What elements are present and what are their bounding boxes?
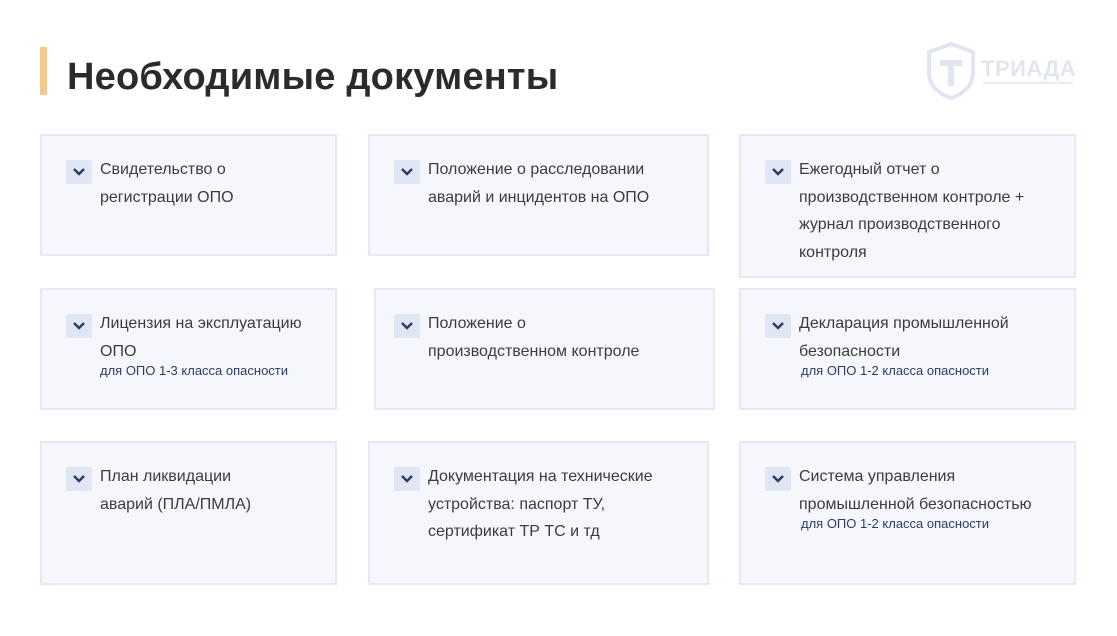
document-card[interactable]: Положение о расследовании аварий и инцид… bbox=[368, 134, 709, 256]
chevron-down-icon[interactable] bbox=[66, 160, 92, 184]
card-title: Положение о расследовании аварий и инцид… bbox=[428, 161, 650, 206]
document-card[interactable]: Лицензия на эксплуатацию ОПО для ОПО 1-3… bbox=[40, 288, 337, 410]
card-note: для ОПО 1-2 класса опасности bbox=[801, 363, 990, 378]
card-title: Лицензия на эксплуатацию ОПО bbox=[100, 315, 302, 360]
company-logo: ТРИАДА bbox=[926, 42, 1081, 100]
page-title: Необходимые документы bbox=[67, 56, 559, 98]
document-card[interactable]: План ликвидации аварий (ПЛА/ПМЛА) bbox=[40, 441, 337, 585]
card-title: Документация на технические устройства: … bbox=[428, 468, 653, 540]
document-card[interactable]: Свидетельство о регистрации ОПО bbox=[40, 134, 337, 256]
card-title: Система управления промышленной безопасн… bbox=[799, 468, 1032, 513]
chevron-down-icon[interactable] bbox=[394, 160, 420, 184]
card-note: для ОПО 1-2 класса опасности bbox=[801, 516, 990, 531]
card-title: Ежегодный отчет о производственном контр… bbox=[799, 161, 1025, 261]
document-card[interactable]: Документация на технические устройства: … bbox=[368, 441, 709, 585]
chevron-down-icon[interactable] bbox=[765, 467, 791, 491]
chevron-down-icon[interactable] bbox=[765, 314, 791, 338]
card-title: План ликвидации аварий (ПЛА/ПМЛА) bbox=[100, 468, 252, 513]
document-card[interactable]: Положение о производственном контроле bbox=[374, 288, 715, 410]
chevron-down-icon[interactable] bbox=[66, 467, 92, 491]
shield-logo-icon bbox=[927, 42, 975, 100]
card-title: Свидетельство о регистрации ОПО bbox=[100, 161, 234, 206]
chevron-down-icon[interactable] bbox=[66, 314, 92, 338]
chevron-down-icon[interactable] bbox=[394, 467, 420, 491]
logo-text: ТРИАДА bbox=[981, 56, 1077, 81]
card-title: Положение о производственном контроле bbox=[428, 315, 640, 360]
card-title: Декларация промышленной безопасности bbox=[799, 315, 1009, 360]
card-note: для ОПО 1-3 класса опасности bbox=[100, 363, 289, 378]
logo-subline bbox=[983, 82, 1073, 84]
title-accent-bar bbox=[40, 47, 47, 95]
document-card[interactable]: Ежегодный отчет о производственном контр… bbox=[739, 134, 1076, 278]
document-card[interactable]: Система управления промышленной безопасн… bbox=[739, 441, 1076, 585]
document-card[interactable]: Декларация промышленной безопасности для… bbox=[739, 288, 1076, 410]
chevron-down-icon[interactable] bbox=[765, 160, 791, 184]
chevron-down-icon[interactable] bbox=[394, 314, 420, 338]
